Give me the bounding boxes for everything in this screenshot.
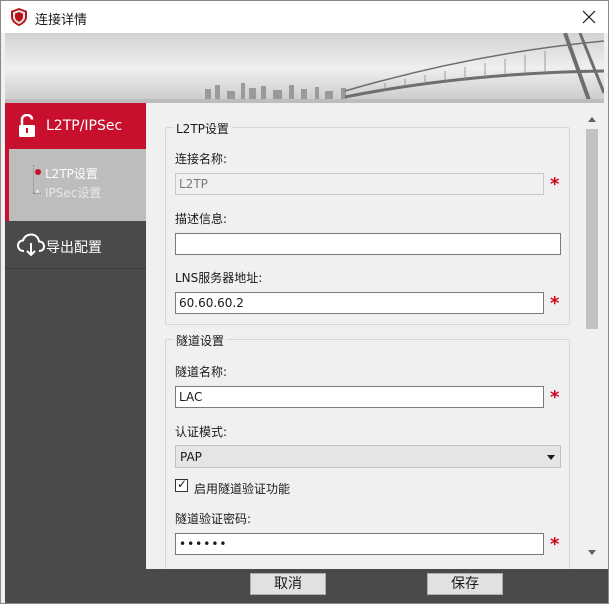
settings-panel: L2TP设置 连接名称: * 描述信息: LNS服务器地址: * 隧道设置 隧道…: [146, 103, 608, 569]
tunnel-name-field[interactable]: [175, 386, 544, 408]
auth-mode-value: PAP: [180, 450, 202, 464]
sidebar-item-export-config[interactable]: 导出配置: [5, 221, 146, 269]
window-title: 连接详情: [35, 13, 88, 28]
cloud-download-icon: [17, 233, 45, 257]
unlock-icon: [19, 114, 35, 137]
sidebar-item-label: IPSec设置: [45, 186, 102, 200]
group-title: L2TP设置: [173, 120, 232, 137]
enable-tunnel-auth-label: 启用隧道验证功能: [194, 482, 291, 496]
sidebar: L2TP/IPSec L2TP设置 IPSec设置 导出配置: [5, 103, 146, 603]
description-field[interactable]: [175, 233, 561, 255]
auth-mode-label: 认证模式:: [175, 425, 228, 439]
required-marker: *: [550, 293, 560, 314]
sidebar-subnav: L2TP设置 IPSec设置: [5, 149, 146, 221]
tree-connector: [33, 193, 41, 194]
sidebar-item-l2tp-ipsec[interactable]: L2TP/IPSec: [5, 103, 146, 149]
title-bar: 连接详情: [1, 1, 608, 33]
scroll-up-icon[interactable]: [583, 111, 600, 128]
description-label: 描述信息:: [175, 212, 228, 226]
bridge-skyline-illustration: [5, 33, 604, 103]
required-marker: *: [550, 174, 560, 195]
sidebar-item-l2tp-settings[interactable]: L2TP设置: [35, 165, 98, 182]
cancel-button[interactable]: 取消: [250, 573, 326, 595]
bullet-icon: [36, 190, 39, 193]
required-marker: *: [550, 534, 560, 555]
enable-tunnel-auth-checkbox[interactable]: ✓: [175, 477, 188, 492]
sidebar-item-label: L2TP设置: [45, 167, 98, 181]
tree-connector: [33, 165, 34, 193]
banner-image: [5, 33, 604, 103]
sidebar-item-label: 导出配置: [46, 240, 102, 256]
chevron-down-icon: [547, 455, 555, 460]
shield-icon: [11, 8, 27, 26]
tunnel-password-field[interactable]: [175, 533, 544, 555]
required-marker: *: [550, 387, 560, 408]
scroll-down-icon[interactable]: [583, 544, 600, 561]
group-title: 隧道设置: [173, 332, 228, 349]
lns-address-label: LNS服务器地址:: [175, 271, 263, 285]
close-icon[interactable]: [574, 3, 604, 31]
tunnel-name-label: 隧道名称:: [175, 365, 228, 379]
checkmark-icon: ✓: [177, 477, 188, 491]
connection-details-window: 连接详情 L2TP/IPSec L2TP设置 IPSec设置 导出配置 L2TP…: [0, 0, 609, 604]
footer-bar: 取消 保存: [146, 569, 608, 603]
sidebar-item-ipsec-settings[interactable]: IPSec设置: [36, 184, 102, 201]
save-button[interactable]: 保存: [427, 573, 503, 595]
active-dot-icon: [35, 169, 41, 175]
tunnel-password-label: 隧道验证密码:: [175, 512, 252, 526]
vertical-scrollbar[interactable]: [583, 111, 600, 561]
connection-name-field[interactable]: [175, 173, 544, 195]
auth-mode-select[interactable]: PAP: [175, 445, 561, 468]
sidebar-item-label: L2TP/IPSec: [46, 118, 123, 134]
scrollbar-thumb[interactable]: [586, 129, 598, 329]
connection-name-label: 连接名称:: [175, 152, 228, 166]
lns-address-field[interactable]: [175, 292, 544, 314]
